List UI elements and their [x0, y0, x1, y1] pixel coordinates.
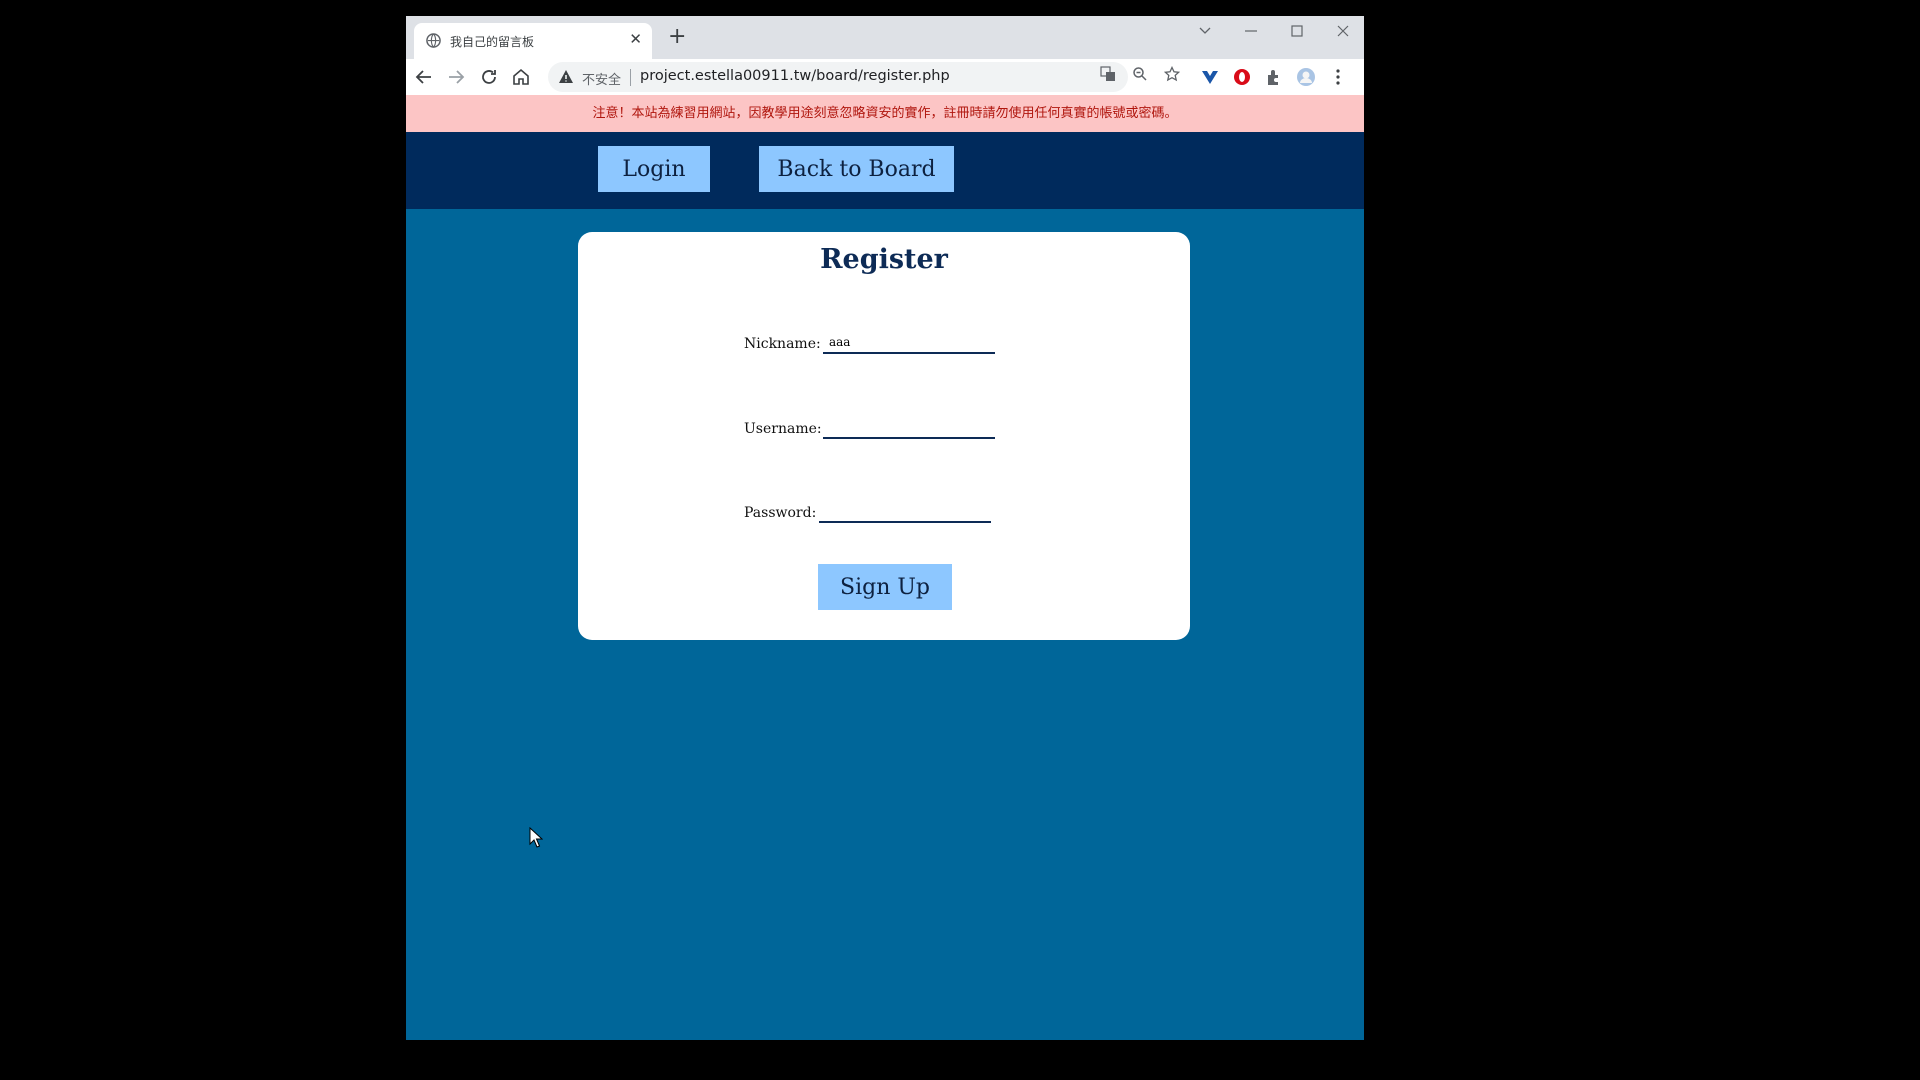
minimize-icon[interactable]: [1244, 24, 1258, 38]
url-text[interactable]: project.estella00911.tw/board/register.p…: [640, 68, 950, 84]
bookmark-star-icon[interactable]: [1164, 66, 1180, 82]
opera-extension-icon[interactable]: [1232, 67, 1252, 87]
mouse-cursor-icon: [529, 827, 543, 848]
warning-icon[interactable]: [558, 69, 574, 85]
back-to-board-button[interactable]: Back to Board: [759, 146, 954, 192]
warning-banner: 注意！本站為練習用網站，因教學用途刻意忽略資安的實作，註冊時請勿使用任何真實的帳…: [406, 95, 1364, 132]
extensions-puzzle-icon[interactable]: [1264, 67, 1284, 87]
register-card: Register Nickname: Username: Password: S…: [578, 232, 1190, 640]
globe-icon: [426, 33, 441, 48]
tab-close-icon[interactable]: ✕: [629, 30, 642, 48]
login-button[interactable]: Login: [598, 146, 710, 192]
tab-title: 我自己的留言板: [450, 35, 535, 49]
register-title: Register: [820, 244, 948, 275]
menu-kebab-icon[interactable]: [1328, 67, 1348, 87]
nickname-label: Nickname:: [744, 336, 821, 352]
security-status[interactable]: 不安全: [582, 69, 621, 88]
address-bar[interactable]: 不安全 project.estella00911.tw/board/regist…: [548, 62, 1128, 92]
password-input[interactable]: [819, 501, 991, 523]
page-content: 注意！本站為練習用網站，因教學用途刻意忽略資安的實作，註冊時請勿使用任何真實的帳…: [406, 95, 1364, 1040]
reload-icon[interactable]: [477, 65, 501, 89]
address-separator: [630, 69, 631, 86]
zoom-icon[interactable]: [1132, 66, 1148, 82]
top-navbar: Login Back to Board: [406, 132, 1364, 209]
profile-avatar-icon[interactable]: [1296, 67, 1316, 87]
nickname-input[interactable]: [823, 332, 995, 354]
maximize-icon[interactable]: [1290, 24, 1304, 38]
password-label: Password:: [744, 505, 817, 521]
new-tab-button[interactable]: +: [668, 24, 686, 49]
back-arrow-icon[interactable]: [412, 65, 436, 89]
browser-window: 我自己的留言板 ✕ + 不安全 project.estella00911.tw/…: [406, 16, 1364, 1040]
username-label: Username:: [744, 421, 822, 437]
home-icon[interactable]: [509, 65, 533, 89]
close-window-icon[interactable]: [1336, 24, 1350, 38]
vue-devtools-icon[interactable]: [1200, 67, 1220, 87]
forward-arrow-icon[interactable]: [444, 65, 468, 89]
browser-toolbar: 不安全 project.estella00911.tw/board/regist…: [406, 59, 1364, 95]
translate-icon[interactable]: [1100, 66, 1116, 82]
sign-up-button[interactable]: Sign Up: [818, 564, 952, 610]
username-input[interactable]: [823, 417, 995, 439]
tab-search-icon[interactable]: [1198, 24, 1212, 38]
tab-strip: 我自己的留言板 ✕ +: [406, 16, 1364, 59]
browser-tab[interactable]: 我自己的留言板 ✕: [414, 23, 652, 59]
